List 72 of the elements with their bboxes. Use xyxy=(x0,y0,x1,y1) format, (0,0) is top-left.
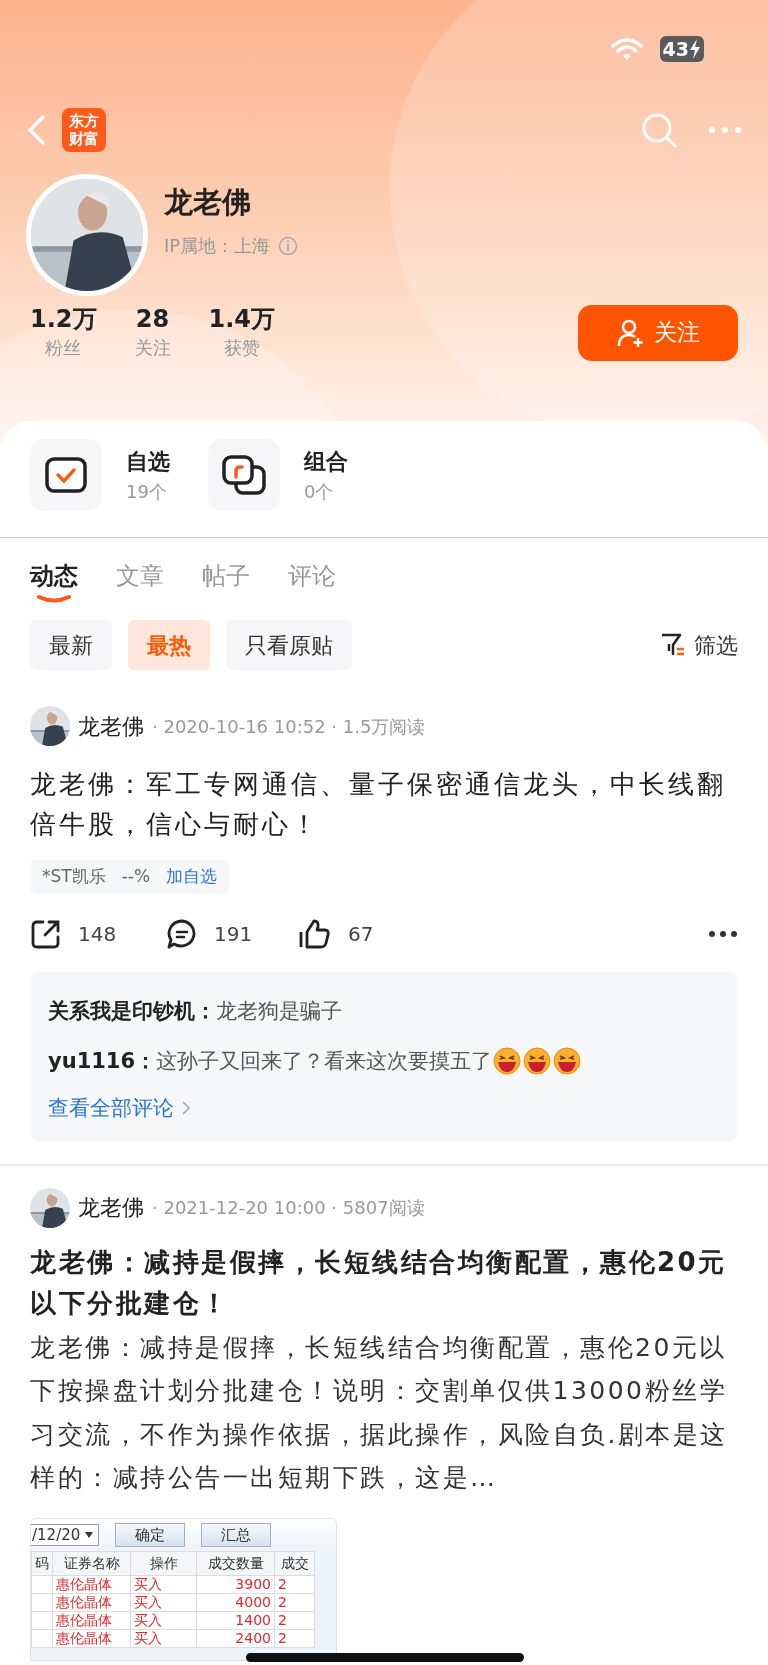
action-count: 191 xyxy=(214,920,253,948)
portfolio-icon[interactable] xyxy=(222,455,266,495)
date-dropdown[interactable]: /12/20 xyxy=(31,1523,100,1546)
battery-indicator: 43 xyxy=(659,36,704,62)
filter-icon xyxy=(660,632,686,658)
table-cell: 惠伦晶体 xyxy=(52,1593,131,1612)
column-header: 成交 xyxy=(274,1551,315,1576)
action-count: 148 xyxy=(78,920,117,948)
column-header: 证券名称 xyxy=(52,1551,131,1576)
view-all-comments-link[interactable]: 查看全部评论 xyxy=(48,1085,174,1130)
filter-button[interactable]: 筛选 xyxy=(660,628,738,662)
shortcut-title: 自选 xyxy=(126,448,170,476)
comment: 关系我是印钞机：龙老狗是骗子 xyxy=(48,997,342,1025)
table-cell: 2 xyxy=(274,1611,315,1630)
author-name[interactable]: 龙老佛 xyxy=(78,709,144,743)
table-cell: 2 xyxy=(274,1593,315,1612)
tab[interactable]: 动态 xyxy=(30,558,78,594)
table-cell: 2 xyxy=(274,1575,315,1594)
table-cell: 1400 xyxy=(196,1611,275,1630)
chevron-right-icon xyxy=(182,1100,190,1115)
table-cell: 买入 xyxy=(130,1629,197,1648)
like-icon[interactable] xyxy=(298,917,332,950)
logo: 东方 财富 xyxy=(62,108,106,152)
table-cell: 3900 xyxy=(196,1575,275,1594)
shortcut-count: 0个 xyxy=(304,480,335,504)
action-count: 67 xyxy=(348,920,374,948)
table-cell: 2400 xyxy=(196,1629,275,1648)
post-title[interactable]: 龙老佛：军工专网通信、量子保密通信龙头，中长线翻倍牛股，信心与耐心！ xyxy=(30,764,738,844)
laughing-emoji-icon xyxy=(492,1045,523,1076)
stat-value: 1.4万 xyxy=(208,304,276,334)
column-header: 操作 xyxy=(130,1551,197,1576)
stat-value: 28 xyxy=(135,304,170,334)
shortcut-title: 组合 xyxy=(304,448,348,476)
toolbar-button[interactable]: 确定 xyxy=(115,1522,186,1547)
table-cell: 惠伦晶体 xyxy=(52,1611,131,1630)
post-body: 龙老佛：减持是假摔，长短线结合均衡配置，惠伦20元以下按操盘计划分批建仓！说明：交割单仅供13000粉丝学习交流，不作为操作依据，据此操作，风险自负.剧本是这样的：减持公告一出短期下跌，这是… xyxy=(30,1331,729,1495)
add-user-icon xyxy=(616,317,646,348)
stock-tag[interactable]: *ST凯乐 --% 加自选 xyxy=(30,860,230,894)
post-meta: · 2020-10-16 10:52 · 1.5万阅读 xyxy=(152,714,426,739)
stat-value: 1.2万 xyxy=(30,304,97,334)
stat-label: 关注 xyxy=(134,336,171,360)
toolbar-button[interactable]: 汇总 xyxy=(201,1522,272,1547)
filter-chip[interactable]: 最新 xyxy=(30,620,112,670)
wifi-icon xyxy=(609,36,644,62)
filter-chip[interactable]: 只看原贴 xyxy=(226,620,352,670)
shortcut-count: 19个 xyxy=(126,480,168,504)
dropdown-arrow-icon xyxy=(84,1530,95,1539)
table-cell: 惠伦晶体 xyxy=(52,1575,131,1594)
laughing-emoji-icon xyxy=(552,1045,583,1076)
table-cell: 买入 xyxy=(130,1593,197,1612)
table-cell: 买入 xyxy=(130,1575,197,1594)
stock-change: --% xyxy=(121,865,151,888)
ip-location: IP属地：上海 xyxy=(164,234,271,259)
table-cell: 4000 xyxy=(196,1593,275,1612)
post-meta: · 2021-12-20 10:00 · 5807阅读 xyxy=(152,1196,425,1220)
stat-label: 获赞 xyxy=(223,336,260,360)
watchlist-icon[interactable] xyxy=(45,457,87,493)
user-name: 龙老佛 xyxy=(164,183,252,221)
stat-label: 粉丝 xyxy=(45,336,82,360)
comment-icon[interactable] xyxy=(166,917,198,950)
laughing-emoji-icon xyxy=(522,1045,553,1076)
column-header: 成交数量 xyxy=(196,1551,275,1576)
stock-name: *ST凯乐 xyxy=(42,865,106,888)
table-cell: 买入 xyxy=(130,1611,197,1630)
add-watchlist-link[interactable]: 加自选 xyxy=(166,864,218,890)
post-title[interactable]: 龙老佛：减持是假摔，长短线结合均衡配置，惠伦20元以下分批建仓！ xyxy=(30,1241,738,1324)
more-icon[interactable] xyxy=(708,929,738,938)
table-cell: 2 xyxy=(274,1629,315,1648)
comment: yu1116：这孙子又回来了？看来这次要摸五了 xyxy=(48,1047,493,1075)
table-cell: 惠伦晶体 xyxy=(52,1629,131,1648)
author-name[interactable]: 龙老佛 xyxy=(78,1191,144,1224)
column-header: 码 xyxy=(31,1551,53,1576)
